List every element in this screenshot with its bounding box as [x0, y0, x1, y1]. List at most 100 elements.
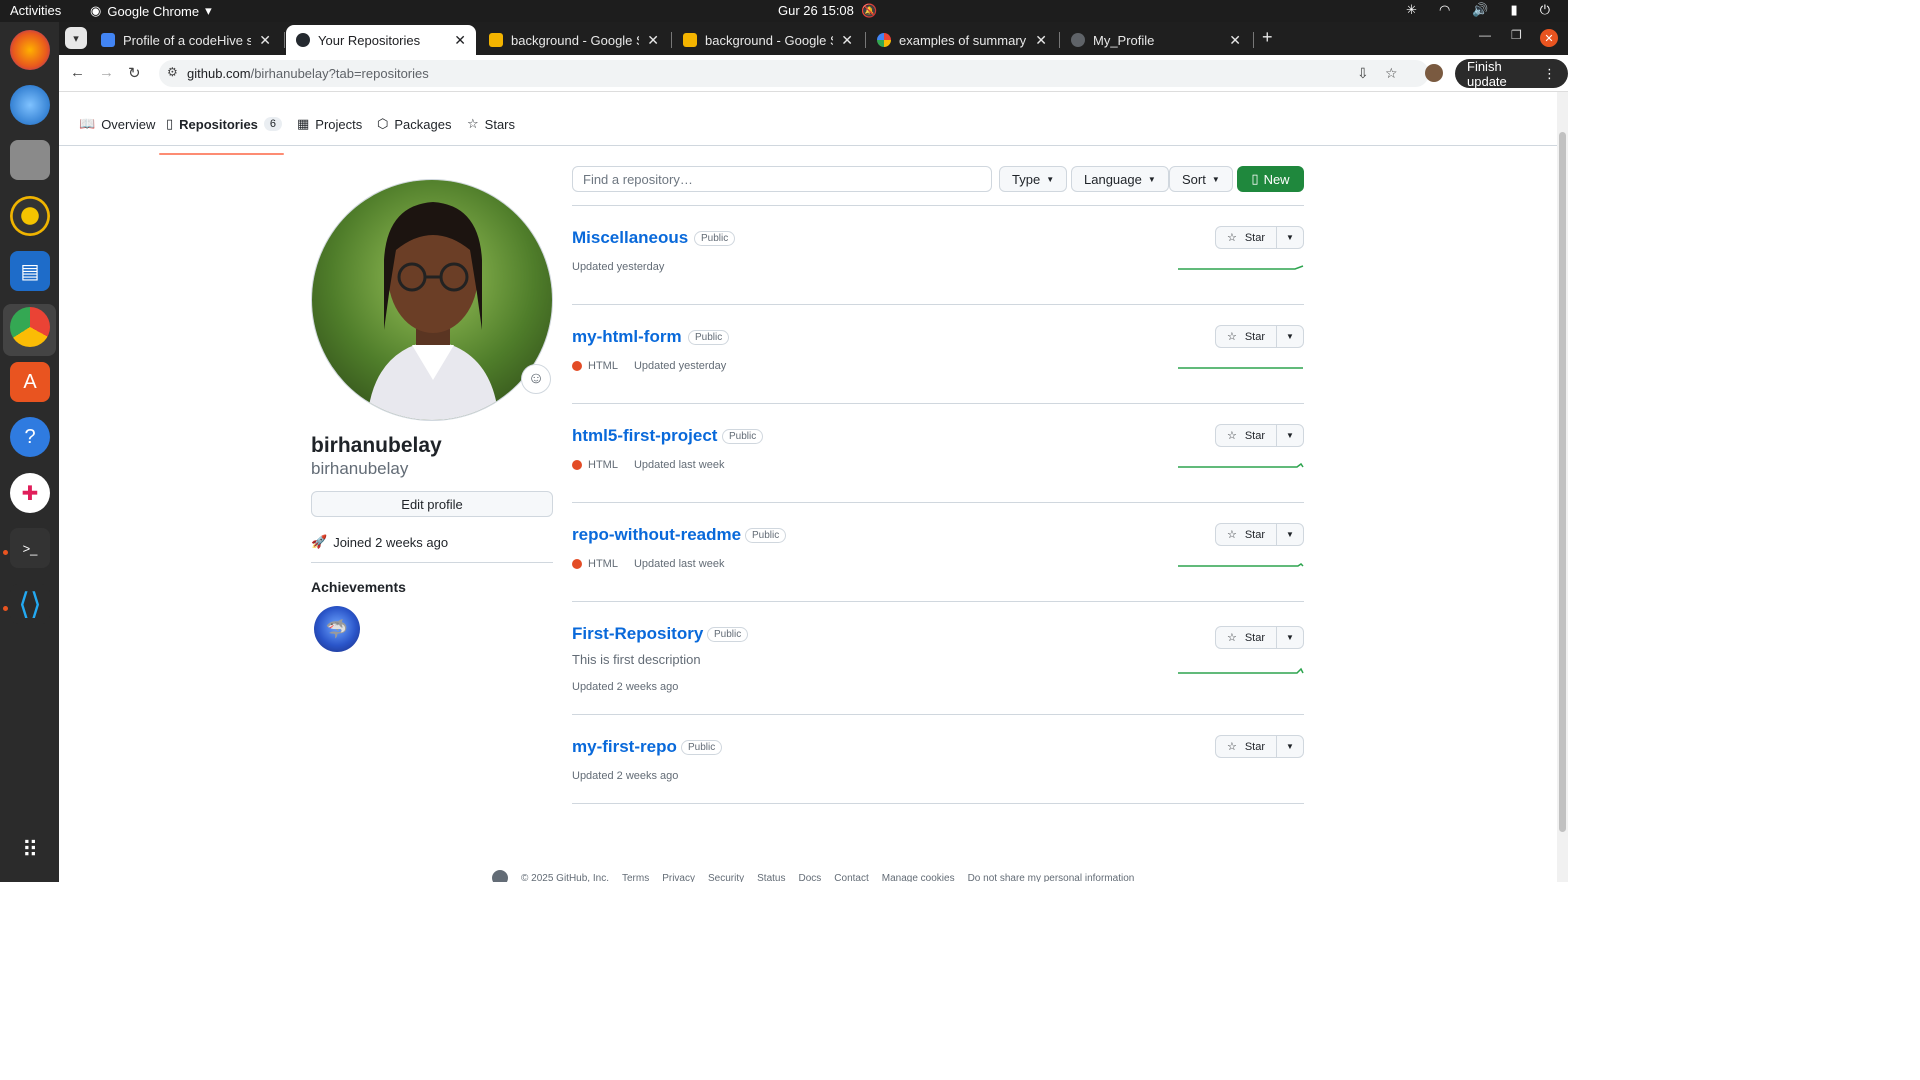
footer-link-security[interactable]: Security [708, 873, 744, 883]
repo-name-link[interactable]: my-first-repo [572, 737, 677, 757]
app-menu[interactable]: ◉ Google Chrome ▾ [90, 3, 212, 19]
browser-profile-avatar[interactable] [1425, 64, 1443, 82]
footer-link-status[interactable]: Status [757, 873, 785, 883]
tab-stars[interactable]: ☆ Stars [467, 116, 515, 132]
thunderbird-icon[interactable] [10, 85, 50, 125]
star-list-dropdown[interactable]: ▼ [1277, 736, 1303, 757]
repo-name-link[interactable]: repo-without-readme [572, 525, 741, 545]
star-list-dropdown[interactable]: ▼ [1277, 627, 1303, 648]
minimize-icon[interactable]: — [1479, 28, 1491, 42]
repo-meta: HTML Updated last week [572, 459, 724, 471]
footer-link-contact[interactable]: Contact [834, 873, 868, 883]
book-icon: 📖 [79, 116, 96, 131]
star-button[interactable]: ☆ Star [1216, 627, 1277, 648]
achievement-badge-icon[interactable]: 🦈 [314, 606, 360, 652]
star-button[interactable]: ☆ Star [1216, 524, 1277, 545]
tab-search-button[interactable]: ▾ [65, 27, 87, 49]
footer-link-do-not-share[interactable]: Do not share my personal information [968, 873, 1135, 883]
footer-link-manage-cookies[interactable]: Manage cookies [882, 873, 955, 883]
forward-icon[interactable]: → [99, 64, 114, 81]
browser-tab[interactable]: examples of summary of ✕ [867, 25, 1057, 55]
visibility-label: Public [681, 740, 723, 755]
star-button[interactable]: ☆ Star [1216, 425, 1277, 446]
footer-link-privacy[interactable]: Privacy [662, 873, 695, 883]
writer-icon[interactable]: ▤ [10, 251, 50, 291]
browser-tab-active[interactable]: Your Repositories ✕ [286, 25, 476, 55]
star-list-dropdown[interactable]: ▼ [1277, 227, 1303, 248]
footer-link-docs[interactable]: Docs [798, 873, 821, 883]
activities-button[interactable]: Activities [10, 3, 61, 18]
back-icon[interactable]: ← [70, 64, 85, 81]
notifications-off-icon: 🔕 [857, 3, 878, 18]
show-apps-icon[interactable]: ⠿ [10, 830, 50, 870]
edit-profile-button[interactable]: Edit profile [311, 491, 553, 517]
visibility-label: Public [694, 231, 736, 246]
rhythmbox-icon[interactable] [10, 196, 50, 236]
star-button[interactable]: ☆ Star [1216, 736, 1277, 757]
star-list-dropdown[interactable]: ▼ [1277, 326, 1303, 347]
slack-icon[interactable]: ✚ [10, 473, 50, 513]
close-tab-icon[interactable]: ✕ [647, 32, 659, 49]
maximize-icon[interactable]: ❐ [1511, 28, 1522, 42]
install-app-icon[interactable]: ⇩ [1357, 65, 1369, 82]
set-status-smiley-icon[interactable]: ☺ [521, 364, 551, 394]
new-tab-icon[interactable]: + [1262, 27, 1273, 48]
close-window-icon[interactable]: ✕ [1540, 29, 1558, 47]
app-center-icon[interactable]: A [10, 362, 50, 402]
browser-tab[interactable]: background - Google Slic ✕ [673, 25, 863, 55]
close-tab-icon[interactable]: ✕ [1035, 32, 1047, 49]
tab-projects[interactable]: ▦ Projects [297, 116, 362, 132]
bookmark-star-icon[interactable]: ☆ [1385, 65, 1398, 82]
system-tray[interactable]: ✳ ◠ 🔊 ▮ ⏻ [1406, 2, 1550, 18]
vscode-icon[interactable]: ⟨⟩ [10, 584, 50, 624]
files-icon[interactable] [10, 140, 50, 180]
close-tab-icon[interactable]: ✕ [1229, 32, 1241, 49]
joined-info: 🚀 Joined 2 weeks ago [311, 534, 449, 550]
profile-avatar[interactable] [311, 179, 553, 421]
address-bar[interactable]: ⚙ github.com/birhanubelay?tab=repositori… [159, 60, 1429, 87]
repo-list-item: First-Repository Public This is first de… [572, 602, 1304, 715]
finish-update-button[interactable]: Finish update ⋮ [1455, 59, 1568, 89]
star-button[interactable]: ☆ Star [1216, 326, 1277, 347]
browser-tab[interactable]: My_Profile ✕ [1061, 25, 1251, 55]
tab-packages[interactable]: ⬡ Packages [377, 116, 451, 132]
star-list-dropdown[interactable]: ▼ [1277, 524, 1303, 545]
language-filter-button[interactable]: Language ▼ [1071, 166, 1169, 192]
site-info-icon[interactable]: ⚙ [167, 65, 178, 79]
tab-repositories[interactable]: ▯ Repositories 6 [166, 116, 283, 132]
help-icon[interactable]: ? [10, 417, 50, 457]
repo-language: HTML [588, 459, 618, 471]
type-filter-button[interactable]: Type ▼ [999, 166, 1068, 192]
reload-icon[interactable]: ↻ [128, 64, 141, 82]
url-text[interactable]: github.com/birhanubelay?tab=repositories [187, 66, 429, 81]
find-repository-input[interactable]: Find a repository… [572, 166, 992, 192]
footer-copyright: © 2025 GitHub, Inc. [521, 872, 609, 883]
repo-name-link[interactable]: html5-first-project [572, 426, 717, 446]
sort-button[interactable]: Sort ▼ [1169, 166, 1233, 192]
chrome-icon: ◉ [90, 3, 102, 18]
browser-tab[interactable]: background - Google Slic ✕ [479, 25, 669, 55]
clock[interactable]: Gur 26 15:08 🔕 [778, 3, 877, 19]
repo-name-link[interactable]: my-html-form [572, 327, 682, 347]
scrollbar-thumb[interactable] [1559, 132, 1566, 832]
repo-name-link[interactable]: Miscellaneous [572, 228, 688, 248]
more-vert-icon: ⋮ [1543, 65, 1556, 81]
close-tab-icon[interactable]: ✕ [259, 32, 271, 49]
firefox-icon[interactable] [10, 30, 50, 70]
repo-name-link[interactable]: First-Repository [572, 624, 703, 644]
close-tab-icon[interactable]: ✕ [454, 32, 466, 49]
page-scrollbar[interactable] [1557, 92, 1568, 882]
browser-tab[interactable]: Profile of a codeHive stu ✕ [91, 25, 281, 55]
star-button[interactable]: ☆ Star [1216, 227, 1277, 248]
page-footer: © 2025 GitHub, Inc. Terms Privacy Securi… [492, 870, 1134, 882]
star-icon: ☆ [1226, 430, 1237, 442]
star-list-dropdown[interactable]: ▼ [1277, 425, 1303, 446]
close-tab-icon[interactable]: ✕ [841, 32, 853, 49]
running-indicator [3, 606, 8, 611]
new-repository-button[interactable]: ▯ New [1237, 166, 1304, 192]
footer-link-terms[interactable]: Terms [622, 873, 649, 883]
github-logo-icon[interactable] [492, 870, 508, 882]
terminal-icon[interactable]: >_ [10, 528, 50, 568]
tab-overview[interactable]: 📖 Overview [79, 116, 155, 132]
chrome-dock-icon[interactable] [10, 307, 50, 347]
